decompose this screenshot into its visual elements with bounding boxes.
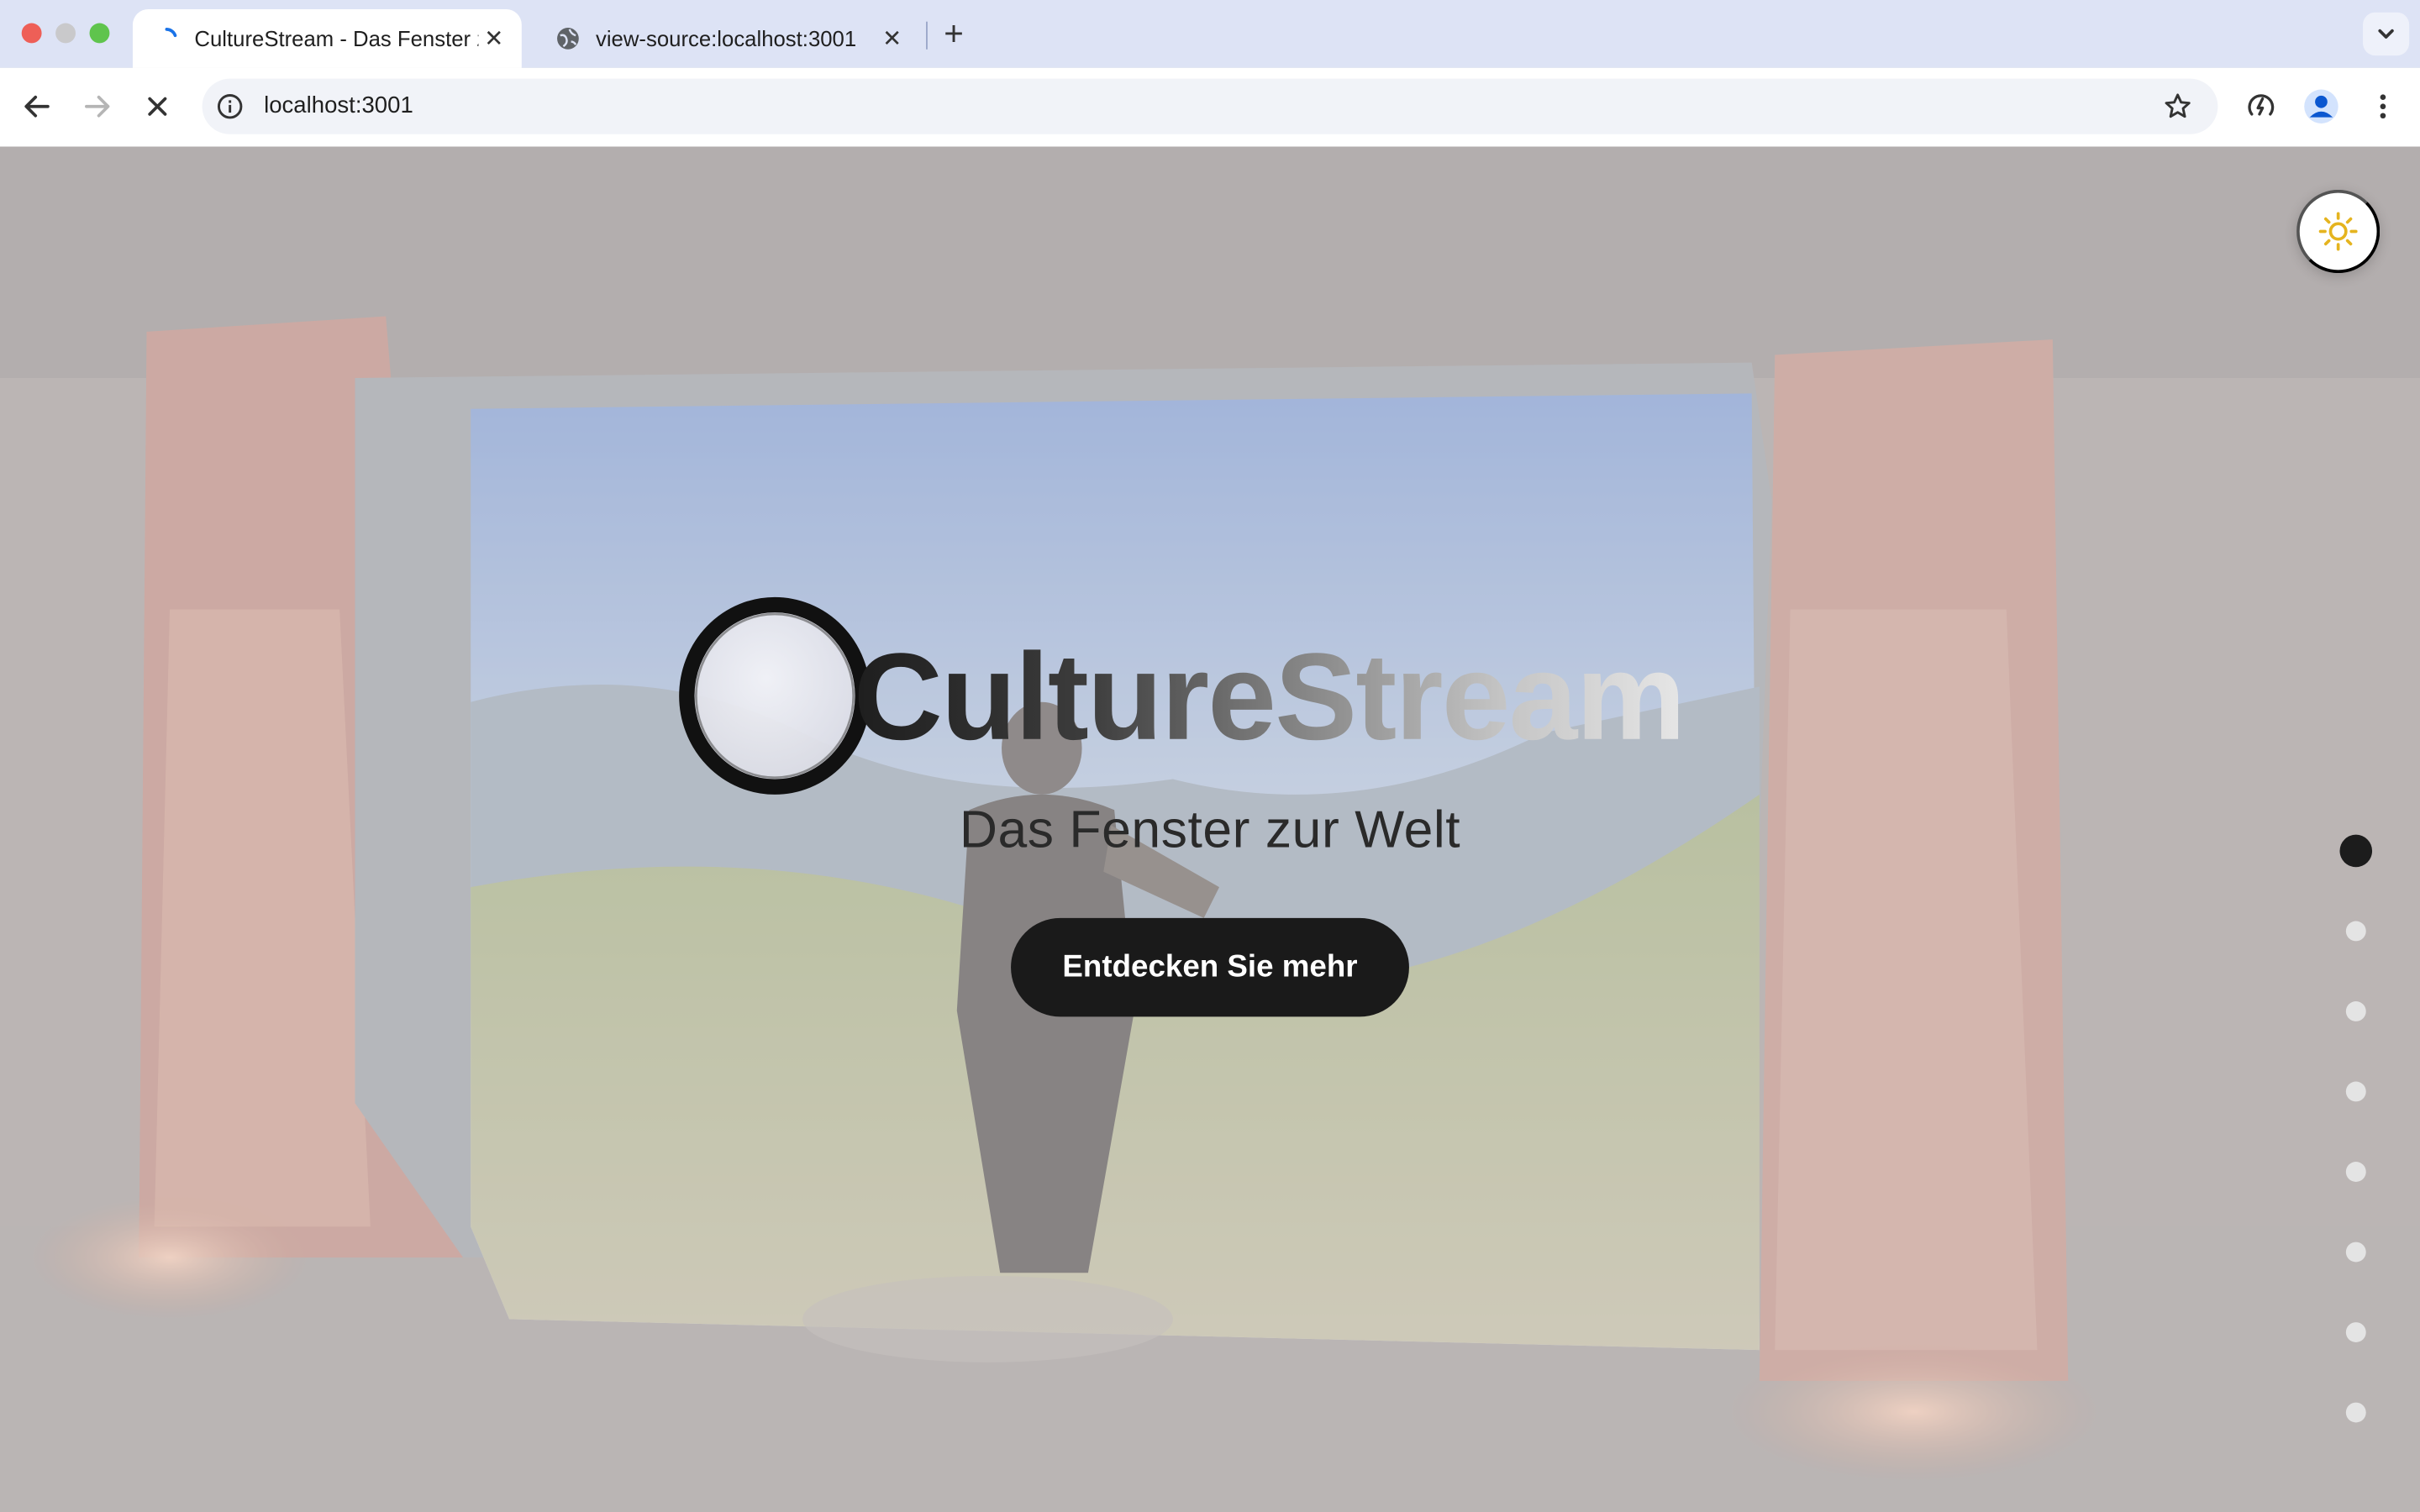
tab-title: CultureStream - Das Fenster zur Welt <box>194 26 478 51</box>
close-tab-icon[interactable]: ✕ <box>876 24 908 55</box>
arrow-right-icon <box>85 95 110 118</box>
info-icon[interactable] <box>216 92 244 120</box>
extension-button[interactable] <box>2243 88 2280 125</box>
section-dot[interactable] <box>2338 913 2372 947</box>
back-button[interactable] <box>17 87 57 127</box>
section-dot[interactable] <box>2338 833 2372 867</box>
arrow-left-icon <box>24 95 50 118</box>
avatar-icon <box>2304 89 2338 123</box>
section-dot[interactable] <box>2338 1154 2372 1188</box>
brand-title: CultureStream <box>853 627 1686 766</box>
tab-title: view-source:localhost:3001 <box>595 26 857 51</box>
sun-icon <box>2318 212 2358 251</box>
tab-view-source[interactable]: view-source:localhost:3001 ✕ <box>534 9 920 68</box>
address-bar[interactable]: localhost:3001 <box>202 78 2218 134</box>
profile-button[interactable] <box>2302 88 2339 125</box>
hero-subtitle: Das Fenster zur Welt <box>959 801 1461 860</box>
loading-spinner-icon <box>165 28 177 38</box>
stop-loading-button[interactable] <box>137 87 177 127</box>
window-minimize-button[interactable] <box>55 23 76 44</box>
tab-strip: CultureStream - Das Fenster zur Welt ✕ v… <box>0 0 2420 68</box>
section-dot[interactable] <box>2338 1074 2372 1107</box>
tab-culturestream[interactable]: CultureStream - Das Fenster zur Welt ✕ <box>132 9 522 68</box>
theme-toggle-button[interactable] <box>2296 189 2381 274</box>
chevron-down-icon <box>2378 29 2394 39</box>
performance-icon <box>2248 94 2275 116</box>
forward-button[interactable] <box>77 87 118 127</box>
section-dot[interactable] <box>2338 1234 2372 1268</box>
close-tab-icon[interactable]: ✕ <box>478 24 509 55</box>
tab-search-button[interactable] <box>2363 12 2410 56</box>
hero-section: CultureStream Das Fenster zur Welt Entde… <box>0 146 2420 1512</box>
browser-toolbar: localhost:3001 <box>0 67 2420 149</box>
window-close-button[interactable] <box>21 23 42 44</box>
section-dot[interactable] <box>2338 1394 2372 1428</box>
browser-menu-button[interactable] <box>2365 88 2402 125</box>
more-vertical-icon <box>2380 94 2386 119</box>
section-dot[interactable] <box>2338 1315 2372 1348</box>
bookmark-star-icon[interactable] <box>2162 91 2193 122</box>
discover-more-button[interactable]: Entdecken Sie mehr <box>1011 917 1409 1017</box>
tab-separator <box>926 21 928 50</box>
globe-icon <box>557 28 579 50</box>
new-tab-button[interactable]: + <box>935 14 972 53</box>
section-dot[interactable] <box>2338 994 2372 1027</box>
culturestream-logo-ring <box>679 596 871 795</box>
url-text: localhost:3001 <box>264 92 413 119</box>
window-maximize-button[interactable] <box>89 23 110 44</box>
close-icon <box>148 97 167 116</box>
